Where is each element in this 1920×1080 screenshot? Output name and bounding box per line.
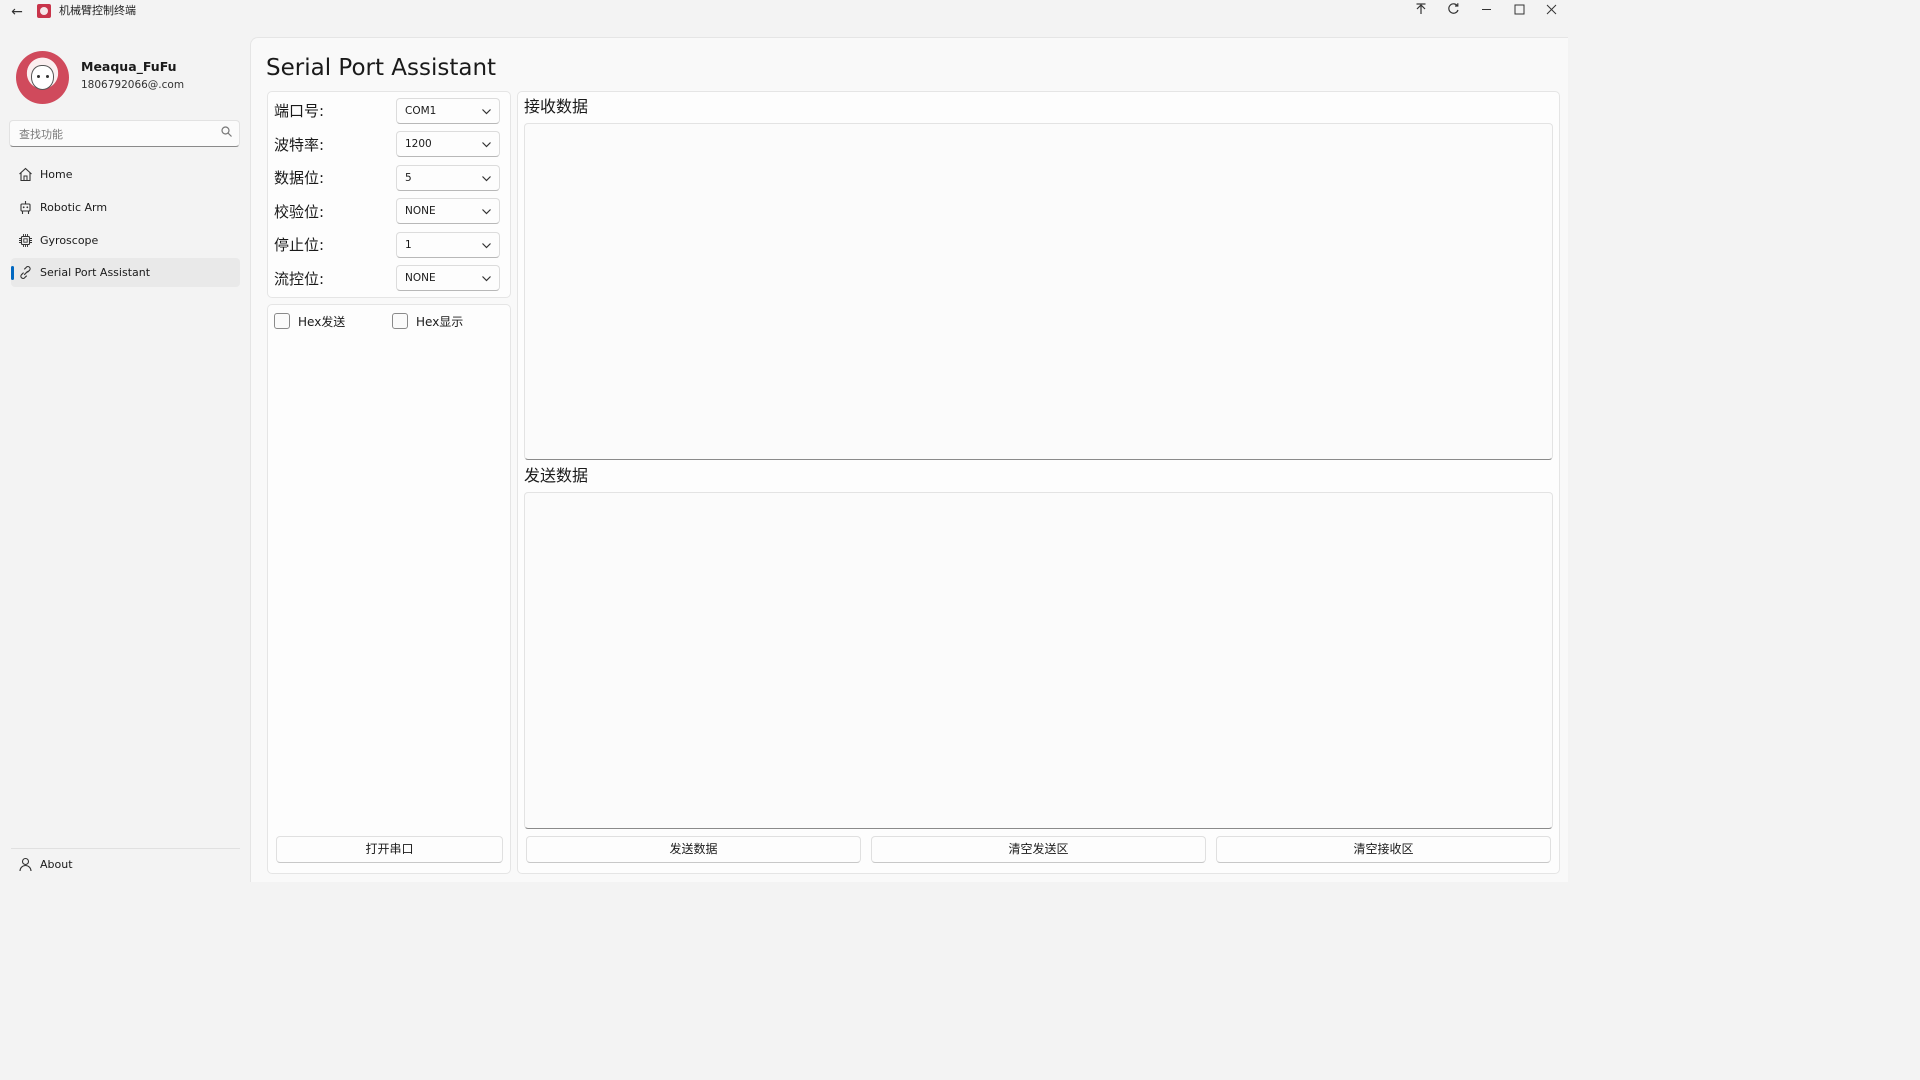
send-data-label: 发送数据: [524, 466, 589, 485]
stop-bits-label: 停止位:: [274, 236, 325, 254]
sidebar-item-label: Serial Port Assistant: [40, 266, 151, 279]
chevron-down-icon: [482, 109, 491, 115]
sidebar-item-robotic-arm[interactable]: Robotic Arm: [11, 193, 240, 222]
search-icon[interactable]: [219, 126, 234, 141]
person-icon: [18, 857, 33, 872]
port-select-value: COM1: [405, 105, 437, 117]
maximize-icon[interactable]: [1508, 2, 1530, 22]
title-bar: ← 机械臂控制终端: [0, 0, 1568, 24]
close-icon[interactable]: [1540, 2, 1562, 22]
flow-control-select-value: NONE: [405, 272, 436, 284]
chevron-down-icon: [482, 142, 491, 148]
send-data-textarea[interactable]: [524, 492, 1553, 829]
avatar[interactable]: [16, 51, 69, 104]
theme-toggle-icon[interactable]: [1442, 2, 1464, 22]
receive-data-label: 接收数据: [524, 97, 589, 116]
port-select[interactable]: COM1: [396, 98, 500, 124]
link-icon: [18, 265, 33, 280]
send-data-button[interactable]: 发送数据: [526, 836, 861, 863]
chevron-down-icon: [482, 276, 491, 282]
user-email: 1806792066@.com: [81, 79, 185, 91]
baud-rate-select-value: 1200: [405, 138, 432, 150]
data-bits-label: 数据位:: [274, 169, 325, 187]
clear-receive-button[interactable]: 清空接收区: [1216, 836, 1551, 863]
avatar-eye: [37, 75, 40, 78]
sidebar-item-label: Robotic Arm: [40, 201, 108, 214]
parity-select-value: NONE: [405, 205, 436, 217]
sidebar-item-label: Home: [40, 168, 73, 181]
baud-rate-select[interactable]: 1200: [396, 131, 500, 157]
sidebar: Meaqua_FuFu 1806792066@.com Home Robotic…: [0, 24, 250, 882]
port-label: 端口号:: [274, 102, 325, 120]
avatar-eye: [46, 75, 49, 78]
chevron-down-icon: [482, 176, 491, 182]
chevron-down-icon: [482, 243, 491, 249]
stop-bits-select[interactable]: 1: [396, 232, 500, 258]
serial-settings-card: 端口号: COM1 波特率: 1200 数据位: 5 校验位: NONE 停止位…: [267, 91, 511, 298]
baud-rate-label: 波特率:: [274, 136, 325, 154]
parity-label: 校验位:: [274, 203, 325, 221]
chevron-down-icon: [482, 209, 491, 215]
app-logo-icon: [37, 4, 51, 18]
sidebar-item-about[interactable]: About: [11, 850, 240, 879]
sidebar-divider: [11, 848, 240, 849]
sidebar-item-label: Gyroscope: [40, 234, 99, 247]
flow-control-label: 流控位:: [274, 270, 325, 288]
upload-icon[interactable]: [1410, 2, 1432, 22]
data-card: 接收数据 发送数据 发送数据 清空发送区 清空接收区: [517, 91, 1560, 874]
hex-display-checkbox[interactable]: [392, 313, 408, 329]
stop-bits-select-value: 1: [405, 239, 412, 251]
receive-data-textarea[interactable]: [524, 123, 1553, 460]
sidebar-item-serial-port-assistant[interactable]: Serial Port Assistant: [11, 258, 240, 287]
open-port-button[interactable]: 打开串口: [276, 836, 503, 863]
user-name: Meaqua_FuFu: [81, 59, 177, 74]
data-bits-select[interactable]: 5: [396, 165, 500, 191]
search-box: [9, 120, 240, 147]
home-icon: [18, 167, 33, 182]
chip-icon: [18, 233, 33, 248]
hex-display-label: Hex显示: [416, 315, 464, 329]
sidebar-item-home[interactable]: Home: [11, 160, 240, 189]
parity-select[interactable]: NONE: [396, 198, 500, 224]
robot-icon: [18, 200, 33, 215]
avatar-face: [31, 65, 54, 90]
clear-send-button[interactable]: 清空发送区: [871, 836, 1206, 863]
content-area: Serial Port Assistant 端口号: COM1 波特率: 120…: [250, 37, 1568, 882]
window-title: 机械臂控制终端: [59, 4, 136, 17]
data-bits-select-value: 5: [405, 172, 412, 184]
options-card: Hex发送 Hex显示 打开串口: [267, 304, 511, 874]
search-input[interactable]: [19, 125, 209, 143]
sidebar-item-label: About: [40, 858, 73, 871]
hex-send-label: Hex发送: [298, 315, 346, 329]
page-title: Serial Port Assistant: [266, 55, 497, 81]
flow-control-select[interactable]: NONE: [396, 265, 500, 291]
hex-send-checkbox[interactable]: [274, 313, 290, 329]
minimize-icon[interactable]: [1475, 2, 1497, 22]
back-arrow-icon[interactable]: ←: [8, 3, 26, 21]
sidebar-item-gyroscope[interactable]: Gyroscope: [11, 226, 240, 255]
